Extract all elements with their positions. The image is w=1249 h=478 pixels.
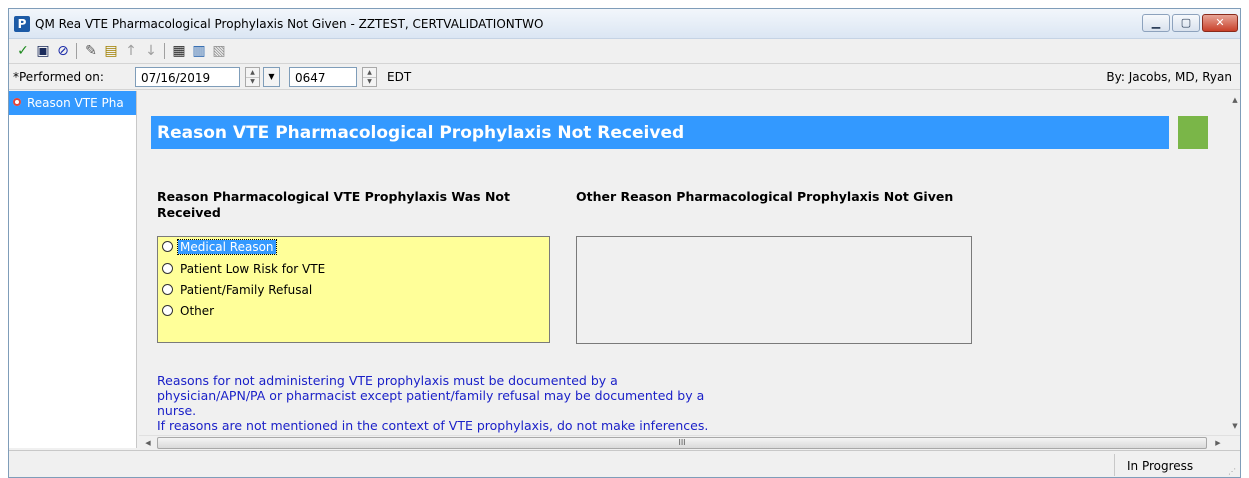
radio-label: Patient Low Risk for VTE: [180, 261, 326, 276]
calendar-icon[interactable]: ▥: [190, 42, 208, 60]
performed-date-field[interactable]: 07/16/2019: [135, 67, 240, 87]
radio-option-medical-reason[interactable]: Medical Reason: [162, 237, 277, 255]
arrow-down-icon[interactable]: ↓: [142, 42, 160, 60]
question-other-label: Other Reason Pharmacological Prophylaxis…: [576, 189, 954, 204]
maximize-icon: ▢: [1180, 16, 1192, 29]
date-dropdown-button[interactable]: ▼: [263, 67, 280, 87]
required-icon: [13, 98, 21, 106]
radio-button-icon[interactable]: [162, 263, 173, 274]
performed-time-field[interactable]: 0647: [289, 67, 357, 87]
close-icon: ✕: [1215, 16, 1225, 29]
section-title: Reason VTE Pharmacological Prophylaxis N…: [157, 123, 685, 143]
performed-by-label: By: Jacobs, MD, Ryan: [1106, 70, 1232, 84]
title-bar[interactable]: P QM Rea VTE Pharmacological Prophylaxis…: [9, 9, 1240, 39]
window-title: QM Rea VTE Pharmacological Prophylaxis N…: [35, 17, 544, 31]
note-line: nurse.: [157, 403, 197, 418]
close-button[interactable]: ✕: [1202, 14, 1238, 32]
scroll-right-icon[interactable]: ▶: [1211, 436, 1225, 450]
nav-item-reason-vte[interactable]: Reason VTE Pha: [9, 91, 136, 115]
status-separator: [1114, 454, 1115, 476]
reason-radio-group: Medical Reason Patient Low Risk for VTE …: [157, 236, 550, 343]
form-icon[interactable]: ▤: [102, 42, 120, 60]
scroll-left-icon[interactable]: ◀: [141, 436, 155, 450]
arrow-up-icon[interactable]: ↑: [122, 42, 140, 60]
radio-label: Patient/Family Refusal: [180, 282, 313, 297]
toolbar: ✓ ▣ ⊘ ✎ ▤ ↑ ↓ ▦ ▥ ▧: [9, 39, 1240, 64]
section-header: Reason VTE Pharmacological Prophylaxis N…: [151, 116, 1169, 149]
form-content: Reason VTE Pharmacological Prophylaxis N…: [139, 91, 1226, 435]
date-spinner[interactable]: ▲ ▼: [245, 67, 260, 87]
powerform-window: P QM Rea VTE Pharmacological Prophylaxis…: [8, 8, 1241, 478]
instruction-note: Reasons for not administering VTE prophy…: [157, 373, 777, 433]
time-spinner[interactable]: ▲ ▼: [362, 67, 377, 87]
radio-button-icon[interactable]: [162, 241, 173, 252]
radio-option-other[interactable]: Other: [162, 301, 216, 319]
status-indicator: [1178, 116, 1208, 149]
question-reason-label: Reason Pharmacological VTE Prophylaxis W…: [157, 189, 510, 220]
scroll-thumb[interactable]: III: [157, 437, 1207, 449]
document-icon[interactable]: ▧: [210, 42, 228, 60]
radio-label: Other: [180, 303, 215, 318]
cancel-icon[interactable]: ⊘: [54, 42, 72, 60]
scroll-up-icon[interactable]: ▲: [1228, 93, 1240, 107]
other-reason-textarea[interactable]: [576, 236, 972, 344]
calculator-icon[interactable]: ▦: [170, 42, 188, 60]
resize-grip-icon[interactable]: ⋰: [1228, 467, 1238, 477]
radio-option-refusal[interactable]: Patient/Family Refusal: [162, 280, 314, 298]
spin-down-icon[interactable]: ▼: [246, 77, 259, 86]
pen-icon[interactable]: ✎: [82, 42, 100, 60]
toolbar-separator: [164, 43, 165, 59]
spin-down-icon[interactable]: ▼: [363, 77, 376, 86]
note-line: physician/APN/PA or pharmacist except pa…: [157, 388, 705, 403]
status-text: In Progress: [1127, 459, 1194, 473]
section-nav: Reason VTE Pha: [9, 91, 137, 448]
save-icon[interactable]: ▣: [34, 42, 52, 60]
minimize-icon: ▁: [1151, 16, 1161, 29]
status-bar: In Progress ⋰: [9, 450, 1240, 477]
radio-option-low-risk[interactable]: Patient Low Risk for VTE: [162, 259, 327, 277]
performed-on-bar: *Performed on: 07/16/2019 ▲ ▼ ▼ 0647 ▲ ▼…: [9, 65, 1240, 90]
radio-label: Medical Reason: [177, 238, 277, 255]
performed-on-label: *Performed on:: [13, 70, 104, 84]
minimize-button[interactable]: ▁: [1142, 14, 1170, 32]
note-line: Reasons for not administering VTE prophy…: [157, 373, 618, 388]
radio-button-icon[interactable]: [162, 284, 173, 295]
timezone-label: EDT: [387, 70, 412, 84]
checkmark-icon[interactable]: ✓: [14, 42, 32, 60]
radio-button-icon[interactable]: [162, 305, 173, 316]
note-line: If reasons are not mentioned in the cont…: [157, 418, 709, 433]
nav-item-label: Reason VTE Pha: [27, 96, 124, 110]
horizontal-scrollbar[interactable]: ◀ III ▶: [139, 435, 1240, 450]
maximize-button[interactable]: ▢: [1172, 14, 1200, 32]
app-icon: P: [14, 16, 30, 32]
vertical-scrollbar[interactable]: ▲ ▼: [1228, 91, 1240, 435]
scroll-down-icon[interactable]: ▼: [1228, 419, 1240, 433]
toolbar-separator: [76, 43, 77, 59]
